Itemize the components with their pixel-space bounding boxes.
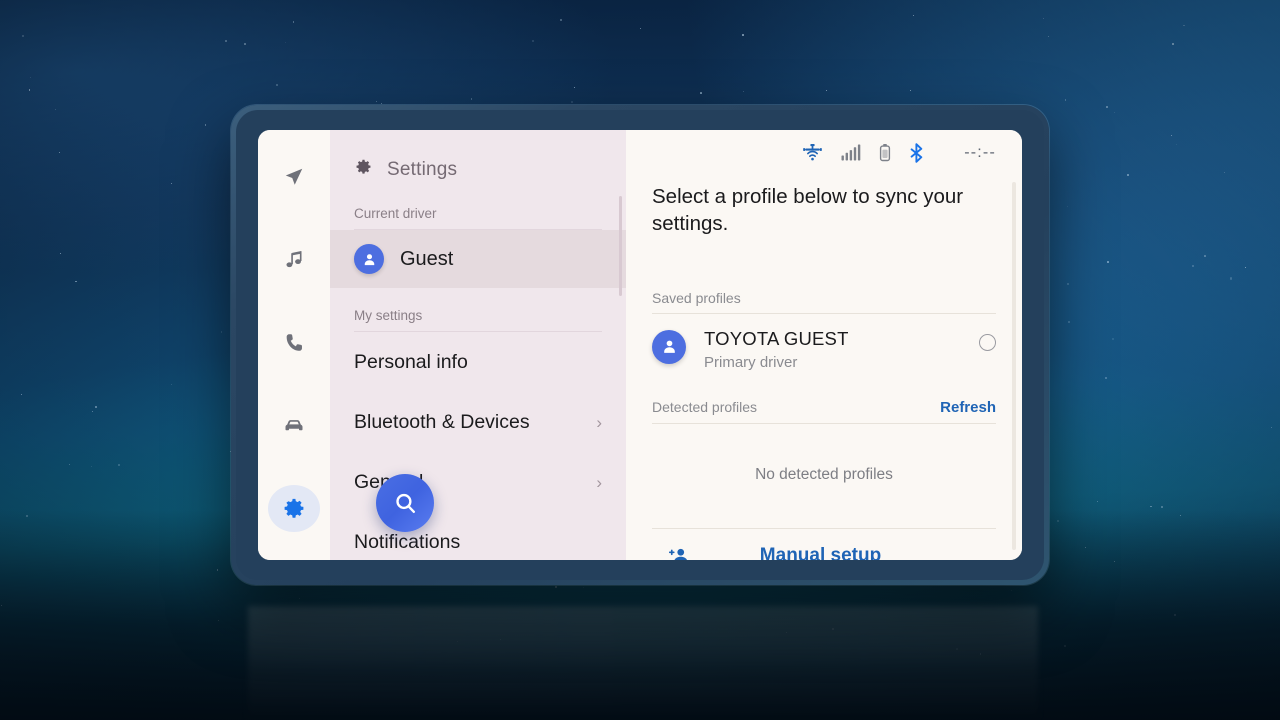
rail-item-phone[interactable]: [268, 320, 320, 367]
manual-setup-label: Manual setup: [759, 544, 882, 560]
menu-item-personal-info[interactable]: Personal info: [354, 332, 602, 392]
screenshot-stage: Settings Current driver Guest My setting…: [0, 0, 1280, 720]
current-driver-row[interactable]: Guest: [330, 230, 626, 288]
detected-profiles-label: Detected profiles: [652, 398, 758, 415]
settings-menu-pane: Settings Current driver Guest My setting…: [330, 130, 626, 560]
profile-text-block: TOYOTA GUEST Primary driver: [704, 328, 961, 371]
music-note-icon: [283, 249, 305, 271]
head-unit-device: Settings Current driver Guest My setting…: [231, 105, 1049, 585]
device-reflection: [248, 606, 1038, 720]
profile-name: TOYOTA GUEST: [704, 327, 849, 349]
settings-header: Settings: [330, 130, 626, 188]
gps-satellite-icon: [802, 143, 823, 162]
menu-item-bluetooth-devices[interactable]: Bluetooth & Devices ›: [354, 392, 602, 452]
profile-radio-button[interactable]: [979, 333, 996, 351]
profile-row-toyota-guest[interactable]: TOYOTA GUEST Primary driver: [652, 314, 996, 381]
rail-item-media[interactable]: [268, 237, 320, 284]
clock-display: --:--: [964, 143, 996, 161]
person-avatar-icon: [354, 244, 384, 274]
search-icon: [392, 490, 419, 517]
gear-icon: [282, 497, 306, 521]
menu-item-label: Personal info: [354, 350, 468, 373]
chevron-right-icon: ›: [596, 472, 602, 492]
device-reflection-fade: [248, 606, 1038, 720]
app-rail: [258, 130, 330, 560]
no-detected-profiles-message: No detected profiles: [652, 424, 996, 529]
phone-icon: [283, 332, 305, 354]
car-icon: [282, 414, 306, 438]
settings-title: Settings: [387, 159, 458, 180]
bluetooth-icon: [909, 142, 924, 163]
person-avatar-icon: [652, 329, 686, 364]
menu-item-label: Bluetooth & Devices: [354, 410, 530, 433]
profile-sync-pane: --:-- Select a profile below to sync you…: [626, 130, 1022, 560]
person-add-icon: [668, 546, 689, 560]
menu-scrollbar-thumb[interactable]: [619, 196, 622, 296]
chevron-right-icon: ›: [596, 412, 602, 432]
status-bar: --:--: [626, 130, 1022, 175]
battery-icon: [879, 143, 891, 162]
content-scrollbar[interactable]: [1012, 182, 1016, 550]
rail-item-navigation[interactable]: [268, 154, 320, 201]
current-driver-label: Current driver: [354, 188, 602, 230]
saved-profiles-header: Saved profiles: [652, 290, 996, 314]
detected-profiles-header: Detected profiles Refresh: [652, 399, 996, 424]
navigation-arrow-icon: [283, 166, 305, 188]
profile-subtitle: Primary driver: [704, 353, 798, 371]
refresh-button[interactable]: Refresh: [940, 399, 996, 416]
manual-setup-row[interactable]: Manual setup: [652, 529, 996, 560]
menu-item-label: Notifications: [354, 530, 461, 553]
saved-profiles-label: Saved profiles: [652, 289, 741, 306]
sync-prompt-text: Select a profile below to sync your sett…: [652, 185, 964, 236]
profile-sync-body: Select a profile below to sync your sett…: [626, 175, 1022, 560]
search-fab-button[interactable]: [376, 474, 434, 532]
device-screen: Settings Current driver Guest My setting…: [258, 130, 1022, 560]
device-bezel: Settings Current driver Guest My setting…: [236, 110, 1044, 580]
cellular-signal-icon: [841, 144, 861, 161]
rail-item-vehicle[interactable]: [268, 402, 320, 449]
my-settings-label: My settings: [354, 288, 602, 332]
current-driver-name: Guest: [400, 247, 454, 270]
gear-icon: [354, 158, 373, 182]
rail-item-settings[interactable]: [268, 485, 320, 532]
